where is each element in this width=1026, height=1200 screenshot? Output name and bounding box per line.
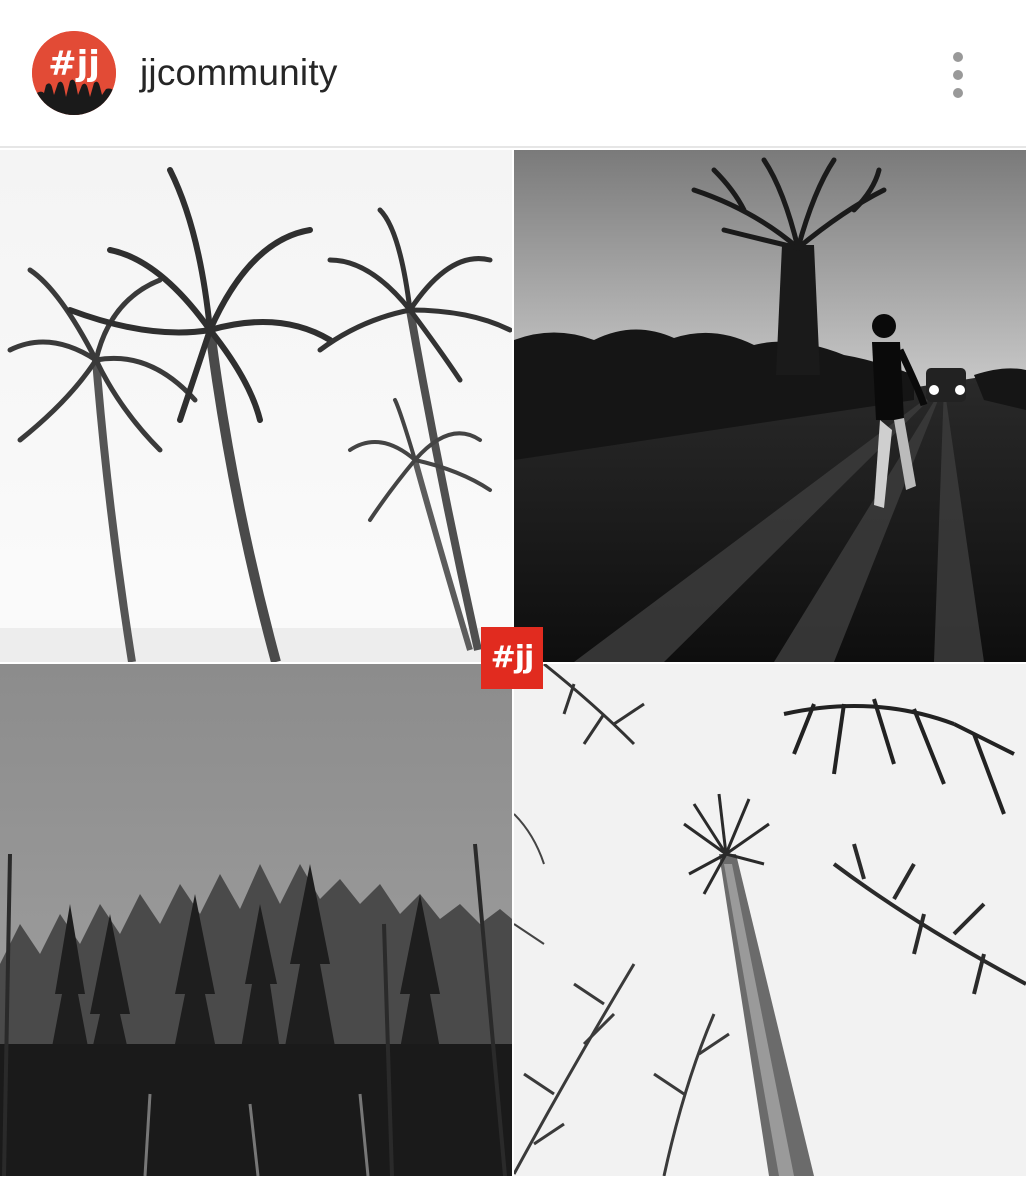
profile-avatar[interactable]: #jj [32, 31, 116, 115]
username-link[interactable]: jjcommunity [140, 52, 338, 94]
tall-trees-looking-up-photo [514, 664, 1026, 1176]
post-footer-spacer [0, 1176, 1026, 1200]
photo-collage[interactable]: #jj [0, 150, 1026, 1176]
palm-trees-photo [0, 150, 512, 662]
pine-forest-photo [0, 664, 512, 1176]
jj-logo-avatar-icon: #jj [32, 31, 116, 115]
post-header: #jj jjcommunity [0, 0, 1026, 148]
baobab-road-runner-photo [514, 150, 1026, 662]
jj-badge-logo: #jj [481, 627, 543, 689]
svg-text:#jj: #jj [48, 44, 100, 84]
more-options-icon[interactable] [936, 48, 980, 102]
